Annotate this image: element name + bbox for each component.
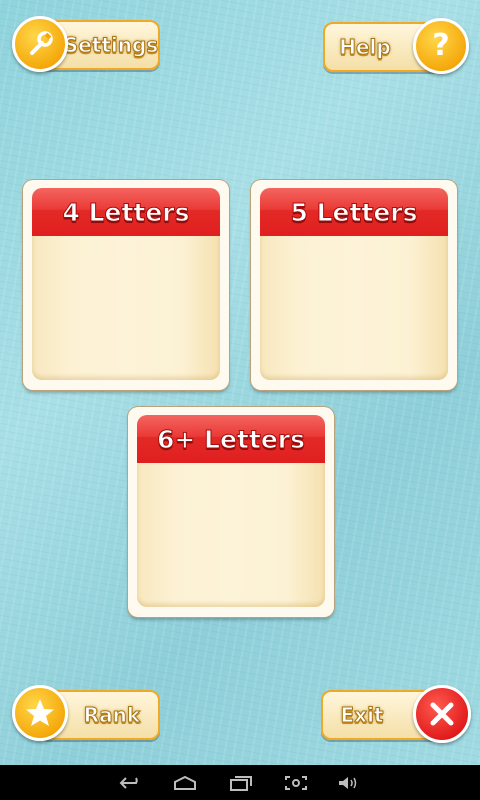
- rank-label: Rank: [83, 703, 141, 728]
- screenshot-icon[interactable]: [283, 773, 309, 793]
- system-nav-bar: [0, 765, 480, 800]
- card-header: 4 Letters: [32, 188, 220, 236]
- card-title: 5 Letters: [290, 197, 418, 227]
- help-label: Help: [339, 35, 391, 60]
- mode-card-6-plus-letters[interactable]: 6+ Letters: [128, 407, 334, 617]
- back-icon[interactable]: [118, 773, 144, 793]
- wrench-icon[interactable]: [12, 16, 68, 72]
- card-header: 5 Letters: [260, 188, 448, 236]
- volume-icon[interactable]: [337, 773, 359, 793]
- star-icon[interactable]: [12, 685, 68, 741]
- card-body: 4 Letters: [32, 188, 220, 380]
- card-body: 6+ Letters: [137, 415, 325, 607]
- question-icon[interactable]: ?: [413, 18, 469, 74]
- settings-label: Settings: [63, 33, 159, 58]
- home-icon[interactable]: [172, 773, 198, 793]
- exit-label: Exit: [340, 703, 384, 728]
- card-title: 4 Letters: [62, 197, 190, 227]
- mode-card-5-letters[interactable]: 5 Letters: [251, 180, 457, 390]
- card-title: 6+ Letters: [157, 424, 306, 454]
- card-body: 5 Letters: [260, 188, 448, 380]
- recent-apps-icon[interactable]: [228, 773, 254, 793]
- mode-card-4-letters[interactable]: 4 Letters: [23, 180, 229, 390]
- x-icon[interactable]: [413, 685, 471, 743]
- card-header: 6+ Letters: [137, 415, 325, 463]
